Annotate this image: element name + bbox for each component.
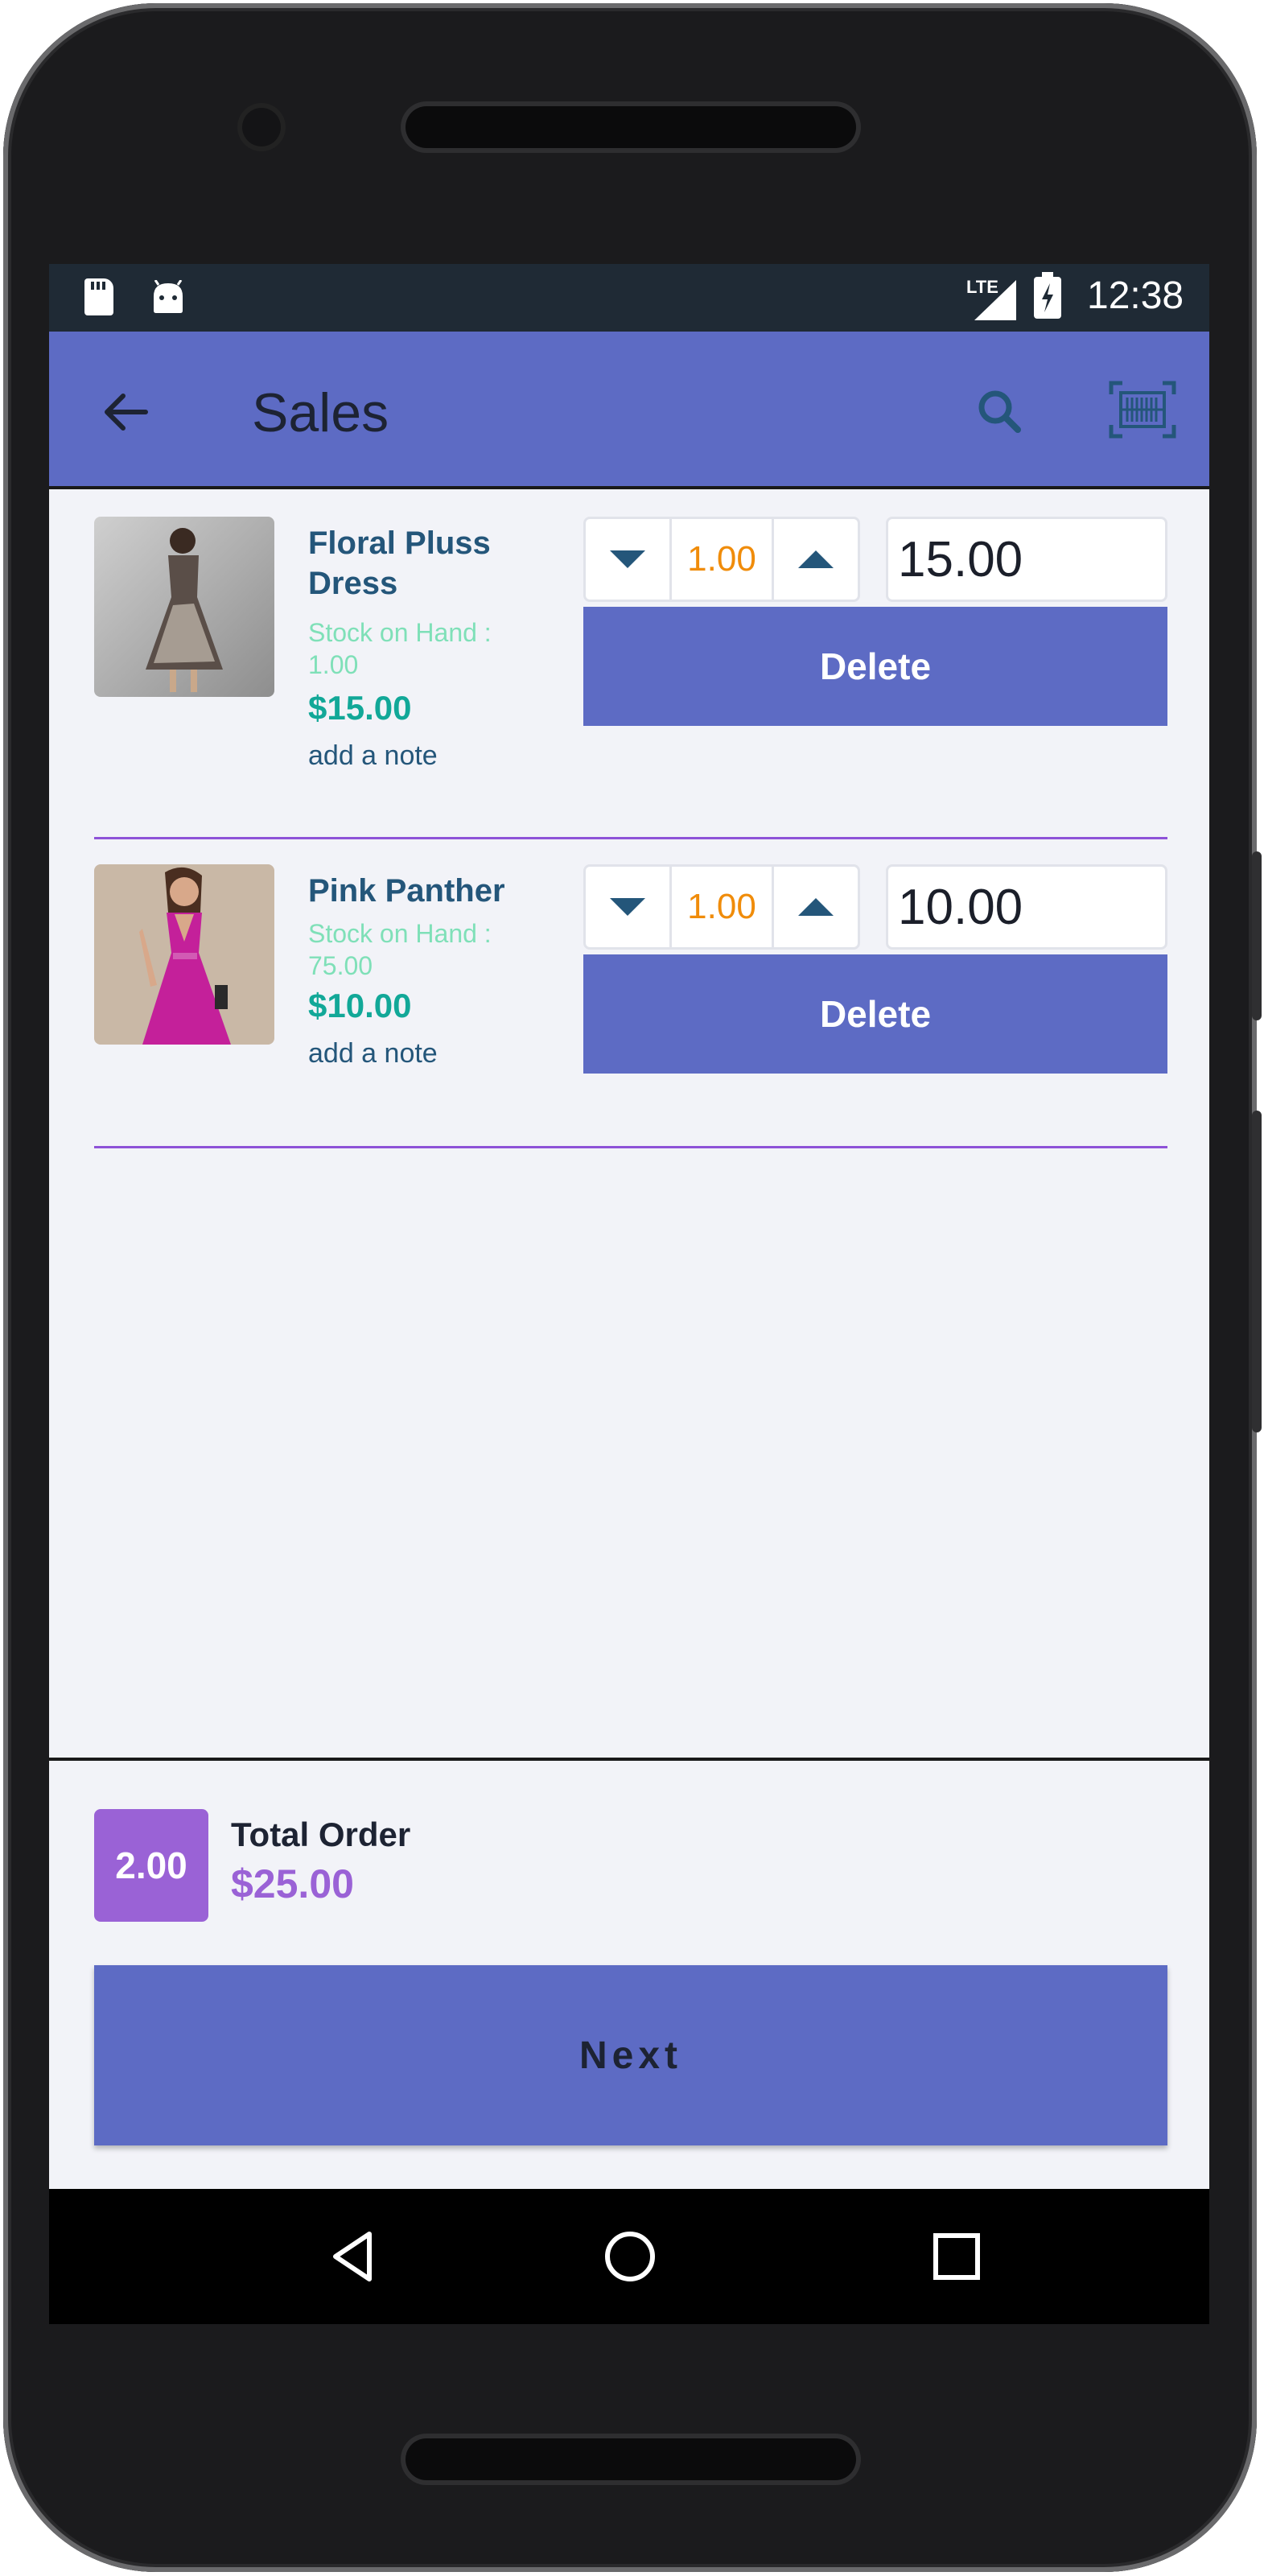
- battery-charging-icon: [1034, 272, 1061, 319]
- item-name: Floral Pluss Dress: [308, 526, 491, 601]
- item-name: Pink Panther: [308, 873, 505, 909]
- footer-divider: [49, 1758, 1209, 1761]
- product-image[interactable]: [94, 517, 274, 697]
- nav-back-icon[interactable]: [321, 2224, 385, 2289]
- increase-quantity-button[interactable]: [774, 867, 858, 947]
- product-image[interactable]: [94, 864, 274, 1045]
- add-note-link[interactable]: add a note: [308, 1038, 438, 1070]
- earpiece-speaker: [406, 106, 856, 148]
- android-icon: [154, 280, 183, 313]
- increase-quantity-button[interactable]: [774, 519, 858, 600]
- delete-button[interactable]: Delete: [583, 607, 1167, 726]
- item-divider: [94, 1146, 1167, 1148]
- unit-price-input[interactable]: [886, 864, 1167, 950]
- delete-button[interactable]: Delete: [583, 954, 1167, 1074]
- decrease-quantity-button[interactable]: [586, 867, 669, 947]
- sd-card-icon: [84, 278, 113, 315]
- page-title: Sales: [252, 382, 389, 443]
- chevron-up-icon: [798, 550, 834, 568]
- chevron-up-icon: [798, 898, 834, 916]
- barcode-scan-icon[interactable]: [1108, 380, 1177, 439]
- add-note-link[interactable]: add a note: [308, 740, 438, 772]
- quantity-stepper: 1.00: [583, 517, 860, 602]
- status-bar: LTE 12:38: [49, 264, 1209, 332]
- next-button[interactable]: Next: [94, 1965, 1167, 2145]
- unit-price-input[interactable]: [886, 517, 1167, 602]
- chevron-down-icon: [610, 550, 645, 568]
- back-arrow-icon[interactable]: [94, 380, 159, 444]
- nav-home-icon[interactable]: [598, 2224, 662, 2289]
- signal-icon: [974, 280, 1016, 320]
- screen: LTE 12:38 Sales Floral Pluss Dress Stock…: [49, 264, 1209, 2324]
- quantity-value[interactable]: 1.00: [669, 519, 774, 600]
- item-price: $15.00: [308, 689, 412, 727]
- chevron-down-icon: [610, 898, 645, 916]
- app-bar: Sales: [49, 332, 1209, 489]
- stock-on-hand: Stock on Hand : 1.00: [308, 618, 492, 679]
- total-order-value: $25.00: [231, 1861, 354, 1906]
- decrease-quantity-button[interactable]: [586, 519, 669, 600]
- nav-recents-icon[interactable]: [924, 2224, 989, 2289]
- total-quantity-badge: 2.00: [94, 1809, 208, 1922]
- system-nav-bar: [49, 2189, 1209, 2324]
- volume-button: [1252, 851, 1262, 1020]
- item-divider: [94, 837, 1167, 839]
- total-order-label: Total Order: [231, 1816, 411, 1853]
- search-icon[interactable]: [973, 385, 1027, 439]
- stock-on-hand: Stock on Hand : 75.00: [308, 919, 492, 980]
- quantity-value[interactable]: 1.00: [669, 867, 774, 947]
- power-button: [1252, 1111, 1262, 1432]
- front-camera: [242, 108, 281, 146]
- item-price: $10.00: [308, 987, 412, 1024]
- quantity-stepper: 1.00: [583, 864, 860, 950]
- clock: 12:38: [1087, 274, 1184, 317]
- bottom-speaker: [406, 2438, 856, 2480]
